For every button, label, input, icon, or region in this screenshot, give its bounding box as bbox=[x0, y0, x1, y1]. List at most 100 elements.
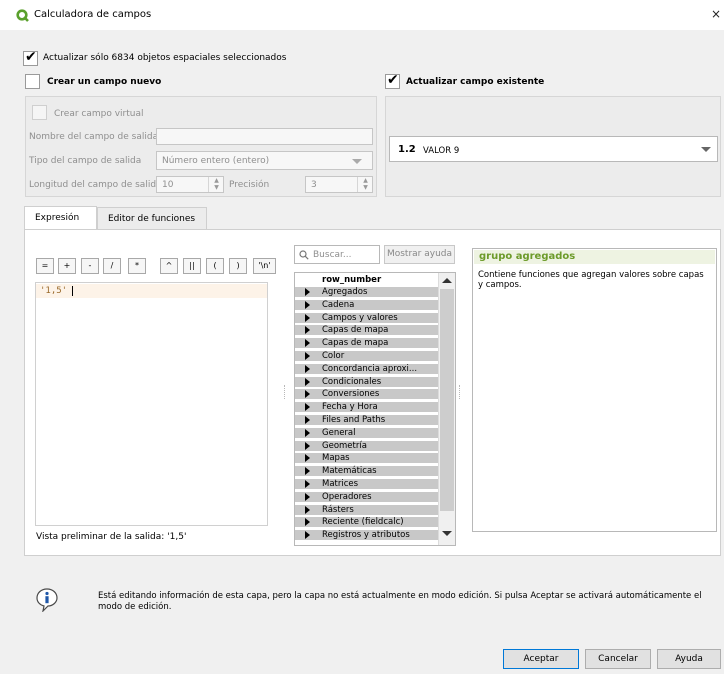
tree-group-label: Condicionales bbox=[322, 376, 382, 387]
tree-group-item[interactable]: Operadores bbox=[295, 491, 438, 502]
info-icon bbox=[36, 588, 58, 612]
tree-group-label: Agregados bbox=[322, 287, 368, 297]
operator-button-equals[interactable]: = bbox=[36, 258, 54, 274]
expand-arrow-icon[interactable] bbox=[305, 313, 310, 322]
help-title-bar: grupo agregados bbox=[474, 250, 715, 264]
expand-arrow-icon[interactable] bbox=[305, 326, 310, 335]
expand-arrow-icon[interactable] bbox=[305, 441, 310, 450]
tree-group-item[interactable]: Fecha y Hora bbox=[295, 402, 438, 413]
create-new-field-label: Crear un campo nuevo bbox=[47, 77, 162, 87]
scroll-up-icon[interactable] bbox=[442, 278, 452, 283]
expand-arrow-icon[interactable] bbox=[305, 492, 310, 501]
tree-group-item[interactable]: Conversiones bbox=[295, 389, 438, 400]
tree-group-item[interactable]: Registros y atributos bbox=[295, 530, 438, 541]
operator-button-power[interactable]: ^ bbox=[160, 258, 178, 274]
title-bar: Calculadora de campos × bbox=[0, 0, 724, 30]
length-value: 10 bbox=[162, 180, 174, 190]
splitter-handle-left[interactable] bbox=[284, 385, 286, 399]
expand-arrow-icon[interactable] bbox=[305, 480, 310, 488]
expand-arrow-icon[interactable] bbox=[305, 339, 310, 348]
tree-group-label: Matrices bbox=[322, 479, 359, 489]
tree-group-item[interactable]: Geometría bbox=[295, 440, 438, 451]
precision-spin-arrows-icon[interactable]: ▲ ▼ bbox=[357, 177, 373, 192]
function-search-input[interactable]: Buscar... bbox=[294, 245, 380, 264]
tree-group-item[interactable]: Capas de mapa bbox=[295, 338, 438, 349]
tree-group-item[interactable]: Files and Paths bbox=[295, 415, 438, 425]
precision-value: 3 bbox=[311, 180, 317, 190]
expand-arrow-icon[interactable] bbox=[305, 531, 310, 540]
cancel-button[interactable]: Cancelar bbox=[585, 649, 651, 669]
expand-arrow-icon[interactable] bbox=[305, 428, 310, 437]
tree-group-item[interactable]: Campos y valores bbox=[295, 312, 438, 323]
scrollbar-thumb[interactable] bbox=[440, 289, 454, 511]
tree-group-item[interactable]: Agregados bbox=[295, 287, 438, 297]
splitter-handle-right[interactable] bbox=[459, 385, 461, 399]
expand-arrow-icon[interactable] bbox=[305, 403, 310, 412]
tree-group-label: Conversiones bbox=[322, 389, 380, 400]
function-tree[interactable]: row_number Agregados Cadena Campos y valor… bbox=[294, 272, 456, 546]
operator-button-concat[interactable]: || bbox=[183, 258, 201, 274]
tab-expression[interactable]: Expresión bbox=[24, 206, 97, 230]
show-help-button[interactable]: Mostrar ayuda bbox=[384, 245, 455, 264]
expand-arrow-icon[interactable] bbox=[305, 505, 310, 514]
field-type-prefix: 1.2 bbox=[398, 144, 416, 155]
tree-group-item[interactable]: Cadena bbox=[295, 299, 438, 310]
text-cursor bbox=[72, 286, 73, 296]
output-type-label: Tipo del campo de salida bbox=[29, 156, 142, 166]
tree-group-label: Operadores bbox=[322, 491, 372, 502]
tab-function-editor[interactable]: Editor de funciones bbox=[97, 207, 207, 230]
tree-group-item[interactable]: Capas de mapa bbox=[295, 325, 438, 336]
help-button[interactable]: Ayuda bbox=[657, 649, 721, 669]
tree-group-item[interactable]: General bbox=[295, 427, 438, 438]
operator-button-newline[interactable]: '\n' bbox=[253, 258, 276, 274]
length-spin-arrows-icon[interactable]: ▲ ▼ bbox=[208, 177, 224, 192]
output-type-value: Número entero (entero) bbox=[162, 156, 270, 166]
tree-group-item[interactable]: Matrices bbox=[295, 479, 438, 489]
update-selected-checkbox[interactable] bbox=[23, 49, 38, 66]
function-tree-scrollbar[interactable] bbox=[438, 273, 455, 545]
close-icon[interactable]: × bbox=[711, 7, 721, 21]
length-spinbox[interactable]: 10 ▲ ▼ bbox=[156, 176, 224, 193]
search-placeholder: Buscar... bbox=[313, 250, 352, 260]
operator-button-minus[interactable]: - bbox=[81, 258, 99, 274]
operator-button-open-paren[interactable]: ( bbox=[206, 258, 224, 274]
update-existing-field-label: Actualizar campo existente bbox=[406, 77, 545, 87]
expand-arrow-icon[interactable] bbox=[305, 352, 310, 360]
operator-button-multiply[interactable]: * bbox=[128, 258, 146, 274]
operator-button-close-paren[interactable]: ) bbox=[229, 258, 247, 274]
expand-arrow-icon[interactable] bbox=[305, 288, 310, 296]
output-name-input[interactable] bbox=[156, 128, 373, 145]
expand-arrow-icon[interactable] bbox=[305, 300, 310, 309]
expression-editor[interactable]: '1,5' bbox=[35, 282, 268, 526]
scroll-down-icon[interactable] bbox=[442, 531, 452, 536]
update-selected-label: Actualizar sólo 6834 objetos espaciales … bbox=[43, 53, 287, 63]
expand-arrow-icon[interactable] bbox=[305, 416, 310, 424]
new-field-group: Crear campo virtual Nombre del campo de … bbox=[25, 96, 377, 197]
virtual-field-checkbox[interactable] bbox=[32, 105, 47, 120]
expand-arrow-icon[interactable] bbox=[305, 364, 310, 373]
tree-group-item[interactable]: Concordancia aproxi... bbox=[295, 363, 438, 374]
tree-group-item[interactable]: Condicionales bbox=[295, 376, 438, 387]
expand-arrow-icon[interactable] bbox=[305, 518, 310, 527]
tree-group-item[interactable]: Mapas bbox=[295, 453, 438, 464]
tree-group-item[interactable]: Color bbox=[295, 351, 438, 361]
update-existing-field-checkbox[interactable] bbox=[385, 72, 400, 89]
tree-item-label: row_number bbox=[322, 275, 382, 285]
expand-arrow-icon[interactable] bbox=[305, 467, 310, 476]
tree-group-label: Geometría bbox=[322, 440, 367, 451]
precision-spinbox[interactable]: 3 ▲ ▼ bbox=[305, 176, 373, 193]
operator-button-plus[interactable]: + bbox=[58, 258, 76, 274]
expand-arrow-icon[interactable] bbox=[305, 454, 310, 463]
tree-item-row-number[interactable]: row_number bbox=[295, 275, 438, 285]
expand-arrow-icon[interactable] bbox=[305, 390, 310, 399]
tree-group-item[interactable]: Reciente (fieldcalc) bbox=[295, 517, 438, 528]
existing-field-select[interactable]: 1.2 VALOR 9 bbox=[389, 136, 718, 162]
output-type-select[interactable]: Número entero (entero) bbox=[156, 151, 373, 170]
operator-button-divide[interactable]: / bbox=[103, 258, 121, 274]
tree-group-item[interactable]: Matemáticas bbox=[295, 466, 438, 477]
search-icon bbox=[299, 250, 309, 260]
create-new-field-checkbox[interactable] bbox=[25, 74, 40, 89]
tree-group-item[interactable]: Rásters bbox=[295, 504, 438, 515]
expand-arrow-icon[interactable] bbox=[305, 377, 310, 386]
accept-button[interactable]: Aceptar bbox=[503, 649, 579, 669]
